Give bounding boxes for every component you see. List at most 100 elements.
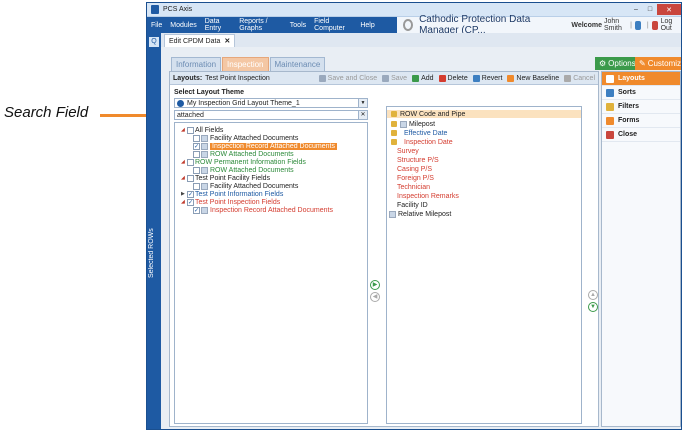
tab-information[interactable]: Information bbox=[171, 57, 222, 72]
lock-icon bbox=[391, 121, 397, 127]
tree-node-all-fields[interactable]: ◢ All Fields bbox=[181, 126, 223, 134]
layout-editor-panel: Layouts: Test Point Inspection Save and … bbox=[169, 71, 599, 427]
tab-maintenance[interactable]: Maintenance bbox=[269, 57, 326, 72]
list-item[interactable]: Survey bbox=[397, 147, 419, 155]
tree-node-row-permanent[interactable]: ◢ ROW Permanent Information Fields bbox=[181, 158, 306, 166]
maximize-button[interactable]: □ bbox=[643, 4, 657, 15]
list-item[interactable]: Inspection Date bbox=[391, 138, 453, 146]
tree-node-facility-attached[interactable]: Facility Attached Documents bbox=[193, 134, 298, 142]
lock-icon bbox=[391, 130, 397, 136]
tree-node-inspection-record-attached[interactable]: ✓ Inspection Record Attached Documents bbox=[193, 142, 337, 150]
save-close-icon bbox=[318, 74, 326, 82]
checkbox-checked[interactable]: ✓ bbox=[193, 206, 200, 214]
side-item-layouts[interactable]: Layouts bbox=[602, 72, 680, 86]
chevron-down-icon[interactable]: ▼ bbox=[358, 99, 367, 107]
move-up-icon[interactable]: ▲ bbox=[588, 290, 598, 300]
selected-rows-panel-toggle[interactable]: Selected ROWs bbox=[148, 213, 160, 293]
side-item-filters[interactable]: Filters bbox=[602, 100, 680, 114]
field-icon bbox=[201, 134, 208, 142]
tree-node-row-attached-2[interactable]: ROW Attached Documents bbox=[193, 166, 294, 174]
menu-help[interactable]: Help bbox=[360, 22, 374, 29]
lock-icon bbox=[391, 139, 397, 145]
tree-node-row-attached[interactable]: ROW Attached Documents bbox=[193, 150, 294, 158]
close-tab-icon[interactable]: ✕ bbox=[224, 37, 230, 45]
checkbox-checked[interactable]: ✓ bbox=[187, 190, 194, 198]
customize-button[interactable]: ✎ Customize bbox=[635, 57, 681, 70]
minimize-button[interactable]: – bbox=[629, 4, 643, 15]
reorder-arrows: ▲ ▼ bbox=[588, 290, 598, 314]
save-and-close-button[interactable]: Save and Close bbox=[318, 74, 377, 82]
available-fields-tree: ◢ All Fields Facility Attached Documents… bbox=[174, 122, 368, 424]
checkbox-checked[interactable]: ✓ bbox=[193, 142, 200, 150]
delete-button[interactable]: Delete bbox=[438, 74, 468, 82]
list-item[interactable]: Foreign P/S bbox=[397, 174, 434, 182]
list-item[interactable]: ROW Code and Pipe bbox=[387, 110, 581, 118]
menu-reports-graphs[interactable]: Reports / Graphs bbox=[239, 18, 282, 32]
tab-edit-cpdm-data[interactable]: Edit CPDM Data ✕ bbox=[164, 34, 236, 47]
callout-arrow-line bbox=[100, 114, 146, 117]
list-item[interactable]: Casing P/S bbox=[397, 165, 432, 173]
tree-node-facility-attached-2[interactable]: Facility Attached Documents bbox=[193, 182, 298, 190]
side-item-close[interactable]: Close bbox=[602, 128, 680, 142]
checkbox[interactable] bbox=[193, 150, 200, 158]
menu-field-computer[interactable]: Field Computer bbox=[314, 18, 352, 32]
revert-icon bbox=[472, 74, 480, 82]
checkbox[interactable] bbox=[187, 174, 194, 182]
filter-icon bbox=[606, 102, 614, 111]
list-item[interactable]: Milepost bbox=[391, 120, 435, 128]
close-window-button[interactable]: ✕ bbox=[657, 4, 681, 15]
checkbox-checked[interactable]: ✓ bbox=[187, 198, 194, 206]
checkbox[interactable] bbox=[193, 182, 200, 190]
clear-search-icon[interactable]: ✕ bbox=[358, 111, 367, 119]
list-item[interactable]: Technician bbox=[397, 183, 430, 191]
checkbox[interactable] bbox=[193, 166, 200, 174]
help-icon[interactable] bbox=[634, 20, 641, 30]
side-item-sorts[interactable]: Sorts bbox=[602, 86, 680, 100]
move-right-icon[interactable]: ▶ bbox=[370, 280, 380, 290]
field-icon bbox=[201, 182, 208, 190]
wrench-icon: ✎ bbox=[639, 59, 646, 68]
revert-button[interactable]: Revert bbox=[472, 74, 502, 82]
tab-label: Edit CPDM Data bbox=[169, 37, 221, 45]
list-item[interactable]: Structure P/S bbox=[397, 156, 439, 164]
cancel-button[interactable]: Cancel bbox=[564, 74, 595, 82]
window-title: PCS Axis bbox=[163, 6, 193, 13]
menu-file[interactable]: File bbox=[151, 22, 162, 29]
list-item[interactable]: Inspection Remarks bbox=[397, 192, 459, 200]
save-button[interactable]: Save bbox=[382, 74, 407, 82]
layout-toolbar: Layouts: Test Point Inspection Save and … bbox=[170, 72, 598, 85]
tree-node-inspection-record-attached-2[interactable]: ✓ Inspection Record Attached Documents bbox=[193, 206, 333, 214]
list-item[interactable]: Facility ID bbox=[397, 201, 428, 209]
list-item[interactable]: Relative Milepost bbox=[389, 210, 451, 218]
theme-select[interactable]: My Inspection Grid Layout Theme_1 ▼ bbox=[174, 98, 368, 108]
tree-node-test-point-information[interactable]: ▶ ✓ Test Point Information Fields bbox=[181, 190, 283, 198]
move-down-icon[interactable]: ▼ bbox=[588, 302, 598, 312]
search-input[interactable]: attached ✕ bbox=[174, 110, 368, 120]
menu-tools[interactable]: Tools bbox=[290, 22, 306, 29]
search-icon[interactable]: Q bbox=[149, 37, 159, 47]
menu-data-entry[interactable]: Data Entry bbox=[205, 18, 231, 32]
checkbox[interactable] bbox=[187, 158, 194, 166]
tab-inspection[interactable]: Inspection bbox=[222, 57, 269, 72]
side-item-forms[interactable]: Forms bbox=[602, 114, 680, 128]
checkbox[interactable] bbox=[193, 134, 200, 142]
search-field-callout: Search Field bbox=[4, 104, 89, 121]
user-name: John Smith bbox=[603, 18, 622, 32]
menu-modules[interactable]: Modules bbox=[170, 22, 196, 29]
logout-link[interactable]: Log Out bbox=[661, 18, 677, 32]
sort-icon bbox=[606, 88, 614, 97]
move-left-icon[interactable]: ◀ bbox=[370, 292, 380, 302]
list-item[interactable]: Effective Date bbox=[391, 129, 447, 137]
add-button[interactable]: Add bbox=[412, 74, 434, 82]
new-baseline-button[interactable]: New Baseline bbox=[507, 74, 559, 82]
layouts-icon bbox=[606, 74, 614, 83]
layout-name: Test Point Inspection bbox=[205, 74, 270, 82]
customize-side-panel: Layouts Sorts Filters Forms Close bbox=[601, 71, 681, 427]
user-area: Welcome John Smith | | Log Out bbox=[567, 17, 681, 33]
tree-node-test-point-facility[interactable]: ◢ Test Point Facility Fields bbox=[181, 174, 270, 182]
tree-node-test-point-inspection[interactable]: ◢ ✓ Test Point Inspection Fields bbox=[181, 198, 280, 206]
delete-icon bbox=[438, 74, 446, 82]
options-button[interactable]: ⚙ Options bbox=[595, 57, 640, 70]
checkbox[interactable] bbox=[187, 126, 194, 134]
add-icon bbox=[412, 74, 420, 82]
